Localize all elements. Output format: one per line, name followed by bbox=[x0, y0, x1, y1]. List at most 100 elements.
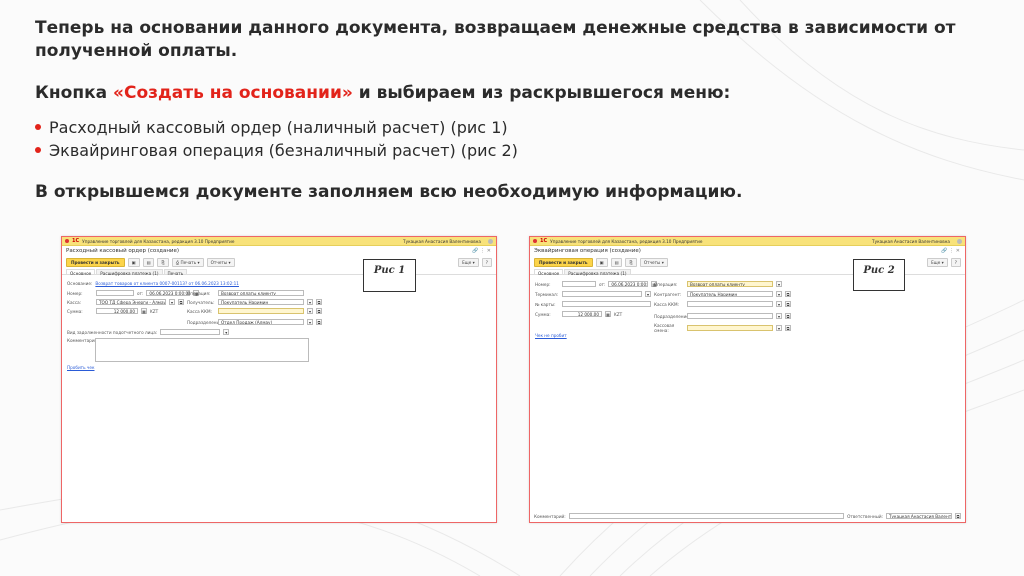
number-field[interactable] bbox=[562, 281, 596, 287]
kkm-label: Касса ККМ: bbox=[187, 308, 213, 314]
post-and-close-button[interactable]: Провести и закрыть bbox=[534, 257, 593, 267]
responsible-open-icon[interactable]: ⧉ bbox=[955, 513, 961, 519]
post-and-close-button[interactable]: Провести и закрыть bbox=[66, 257, 125, 267]
bullet-item: Расходный кассовый ордер (наличный расче… bbox=[35, 116, 518, 139]
window-menu-icon[interactable] bbox=[488, 238, 493, 244]
heading-2-suffix: и выбираем из раскрывшегося меню: bbox=[352, 83, 731, 103]
slide-heading-2: Кнопка «Создать на основании» и выбираем… bbox=[35, 82, 730, 105]
reports-button[interactable]: Отчеты ▾ bbox=[206, 257, 235, 267]
debt-row: Вид задолженности подотчетного лица: ▾ bbox=[67, 329, 230, 335]
dept-open-icon[interactable]: ⧉ bbox=[316, 319, 322, 325]
card-field[interactable] bbox=[562, 301, 651, 307]
sum-field[interactable]: 12 000,00 bbox=[562, 311, 602, 317]
operation-field[interactable]: Возврат оплаты клиенту bbox=[687, 281, 773, 287]
calculator-icon[interactable]: ▦ bbox=[605, 311, 611, 317]
shift-field[interactable] bbox=[687, 325, 773, 331]
app-menu-icon[interactable] bbox=[533, 239, 537, 243]
kkm-open-icon[interactable]: ⧉ bbox=[785, 301, 791, 307]
kkm-dropdown-icon[interactable]: ▾ bbox=[776, 301, 782, 307]
print-button[interactable]: ⎙ Печать ▾ bbox=[171, 257, 204, 267]
receipt-not-printed-link[interactable]: Чек не пробит bbox=[535, 333, 567, 338]
counterparty-dropdown-icon[interactable]: ▾ bbox=[776, 291, 782, 297]
terminal-dropdown-icon[interactable]: ▾ bbox=[645, 291, 651, 297]
heading-2-prefix: Кнопка bbox=[35, 83, 113, 103]
more-button[interactable]: Еще ▾ bbox=[927, 257, 948, 267]
more-label: Еще bbox=[462, 259, 472, 265]
create-based-icon[interactable]: ⎘ bbox=[157, 257, 169, 267]
cash-dropdown-icon[interactable]: ▾ bbox=[169, 299, 175, 305]
print-receipt-link[interactable]: Пробить чек bbox=[67, 365, 95, 370]
shift-dropdown-icon[interactable]: ▾ bbox=[776, 325, 782, 331]
recipient-field[interactable]: Покупатель Наримин bbox=[218, 299, 304, 305]
sum-field[interactable]: 12 000,00 bbox=[96, 308, 138, 314]
link-close-icons[interactable]: 🔗 ⋮ ✕ bbox=[472, 248, 491, 254]
kkm-row: Касса ККМ: ▾ ⧉ bbox=[187, 308, 322, 314]
post-icon[interactable]: ▤ bbox=[142, 257, 155, 267]
kkm-field[interactable] bbox=[218, 308, 304, 314]
window-menu-icon[interactable] bbox=[957, 238, 962, 244]
create-based-icon[interactable]: ⎘ bbox=[625, 257, 637, 267]
counterparty-field[interactable]: Покупатель Наримин bbox=[687, 291, 773, 297]
recipient-open-icon[interactable]: ⧉ bbox=[316, 299, 322, 305]
comment-label: Комментарий: bbox=[67, 338, 99, 343]
operation-label: Операция: bbox=[187, 290, 211, 296]
terminal-field[interactable] bbox=[562, 291, 642, 297]
save-icon[interactable]: ▣ bbox=[595, 257, 608, 267]
dept-open-icon[interactable]: ⧉ bbox=[785, 313, 791, 319]
window-titlebar: 1С Управление торговлей для Казахстана, … bbox=[530, 237, 965, 246]
debt-dropdown-icon[interactable]: ▾ bbox=[223, 329, 230, 335]
operation-dropdown-icon[interactable]: ▾ bbox=[776, 281, 782, 287]
number-field[interactable] bbox=[96, 290, 134, 296]
date-field[interactable]: 06.06.2023 0:00:00 bbox=[146, 290, 191, 296]
card-row: № карты: bbox=[535, 301, 651, 307]
kkm-dropdown-icon[interactable]: ▾ bbox=[307, 308, 313, 314]
help-button[interactable]: ? bbox=[950, 257, 961, 267]
recipient-dropdown-icon[interactable]: ▾ bbox=[307, 299, 313, 305]
tab-payment-details[interactable]: Расшифровка платежа (1) bbox=[96, 269, 163, 276]
reports-button[interactable]: Отчеты ▾ bbox=[639, 257, 668, 267]
dept-field[interactable]: Отдел Продаж (Алмау) bbox=[218, 319, 304, 325]
bullet-list: Расходный кассовый ордер (наличный расче… bbox=[35, 116, 518, 162]
dept-dropdown-icon[interactable]: ▾ bbox=[776, 313, 782, 319]
operation-field[interactable]: Возврат оплаты клиенту bbox=[218, 290, 304, 296]
tab-main[interactable]: Основное bbox=[66, 269, 96, 276]
date-field[interactable]: 06.06.2023 0:00:00 bbox=[608, 281, 649, 287]
cash-field[interactable]: ТОО ТД Сфера Энерги - Алмау bbox=[96, 299, 166, 305]
comment-field[interactable] bbox=[568, 513, 845, 519]
kkm-open-icon[interactable]: ⧉ bbox=[316, 308, 322, 314]
link-close-icons[interactable]: 🔗 ⋮ ✕ bbox=[941, 248, 960, 254]
dept-dropdown-icon[interactable]: ▾ bbox=[307, 319, 313, 325]
more-button[interactable]: Еще ▾ bbox=[458, 257, 479, 267]
counterparty-row: Контрагент: Покупатель Наримин ▾ ⧉ bbox=[654, 291, 791, 297]
kkm-field[interactable] bbox=[687, 301, 773, 307]
print-label: Печать bbox=[180, 259, 197, 265]
tab-print[interactable]: Печать bbox=[163, 269, 188, 276]
comment-textarea[interactable] bbox=[95, 338, 309, 362]
kkm-label: Касса ККМ: bbox=[654, 301, 680, 307]
dept-field[interactable] bbox=[687, 313, 773, 319]
counterparty-open-icon[interactable]: ⧉ bbox=[785, 291, 791, 297]
from-label: от: bbox=[137, 290, 144, 296]
cash-open-icon[interactable]: ⧉ bbox=[178, 299, 184, 305]
operation-row: Операция: Возврат оплаты клиенту ▾ bbox=[654, 281, 782, 287]
responsible-field[interactable]: Тукацкая Анастасия Валентиновна bbox=[886, 513, 952, 519]
bullet-dot-icon bbox=[35, 124, 41, 130]
terminal-label: Терминал: bbox=[535, 291, 559, 297]
dept-label: Подразделение: bbox=[654, 313, 691, 319]
tab-payment-details[interactable]: Расшифровка платежа (1) bbox=[564, 269, 631, 276]
basis-link[interactable]: Возврат товаров от клиента 0007-00113? о… bbox=[95, 281, 239, 286]
comment-row: Комментарий: bbox=[67, 338, 99, 343]
save-icon[interactable]: ▣ bbox=[127, 257, 140, 267]
shift-open-icon[interactable]: ⧉ bbox=[785, 325, 791, 331]
help-button[interactable]: ? bbox=[481, 257, 492, 267]
dept-row: Подразделение: Отдел Продаж (Алмау) ▾ ⧉ bbox=[187, 319, 322, 325]
app-title: Управление торговлей для Казахстана, ред… bbox=[82, 238, 235, 244]
heading-2-accent: «Создать на основании» bbox=[113, 83, 353, 103]
tab-main[interactable]: Основное bbox=[534, 269, 564, 276]
app-menu-icon[interactable] bbox=[65, 239, 69, 243]
post-icon[interactable]: ▤ bbox=[610, 257, 623, 267]
shift-row: Кассовая смена: ▾ ⧉ bbox=[654, 323, 791, 333]
sum-label: Сумма: bbox=[67, 308, 83, 314]
calculator-icon[interactable]: ▦ bbox=[141, 308, 147, 314]
debt-field[interactable] bbox=[160, 329, 221, 335]
